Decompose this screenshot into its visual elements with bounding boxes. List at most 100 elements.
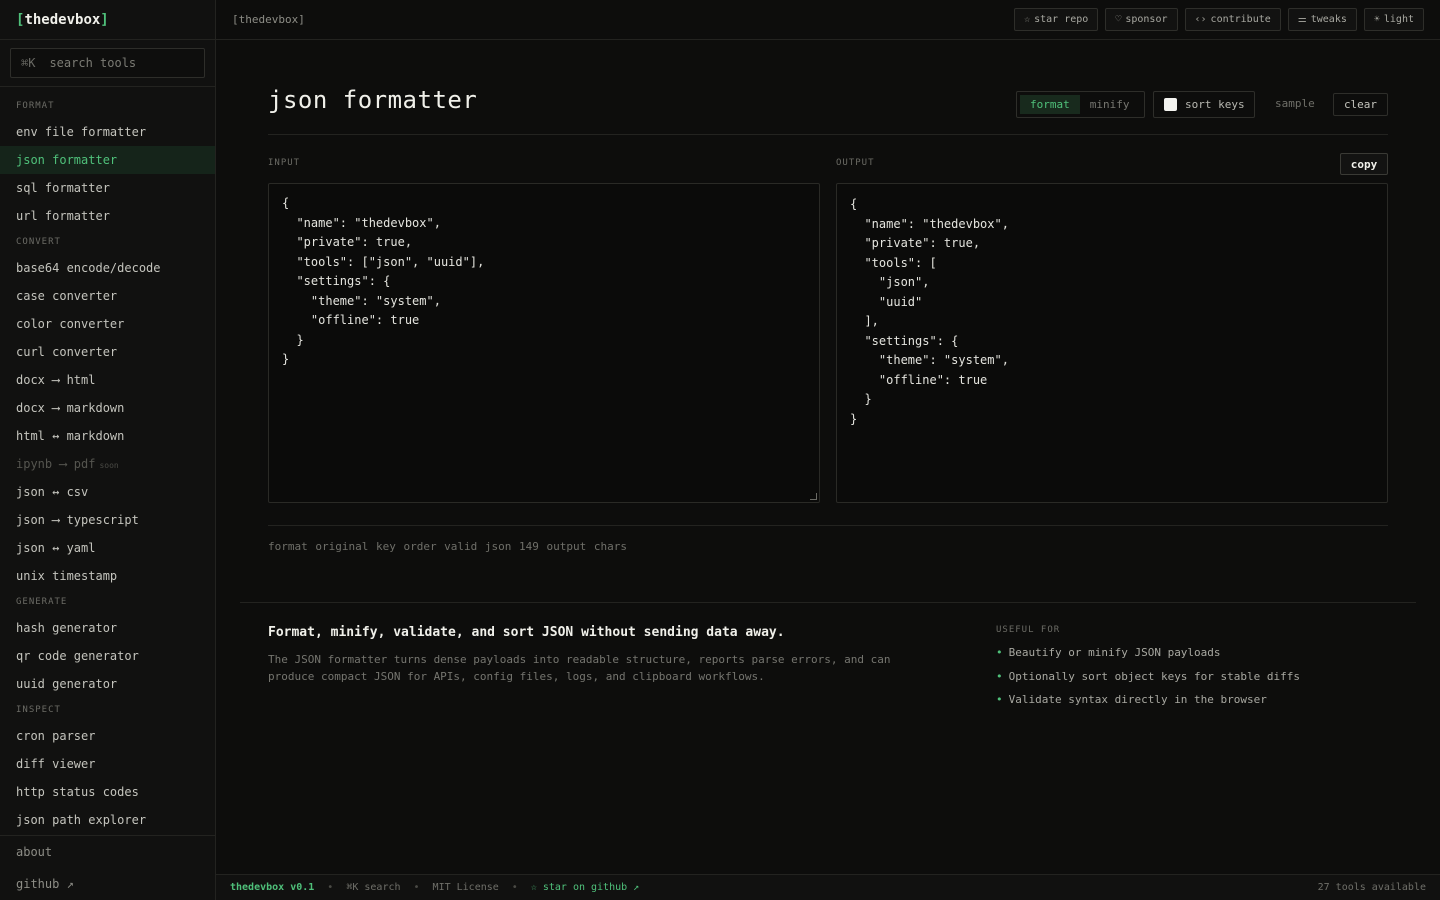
sample-button[interactable]: sample: [1275, 97, 1315, 110]
sidebar-item-json-yaml[interactable]: json ↔ yaml: [0, 534, 215, 562]
sidebar-item-label: case converter: [16, 289, 118, 303]
sidebar-item-base64-encode-decode[interactable]: base64 encode/decode: [0, 254, 215, 282]
bullet-icon: •: [996, 669, 1003, 683]
sidebar: [thedevbox] ⌘K search tools FORMAT env fi…: [0, 0, 216, 900]
brand-bracket-open: [: [16, 11, 25, 28]
brand-bracket-close: ]: [100, 11, 109, 28]
json-output-panel[interactable]: { "name": "thedevbox", "private": true, …: [836, 183, 1388, 503]
about-heading: Format, minify, validate, and sort JSON …: [268, 625, 785, 640]
bullet-icon: •: [996, 693, 1003, 706]
list-item-text: Validate syntax directly in the browser: [1008, 693, 1267, 706]
sidebar-item-label: base64 encode/decode: [16, 261, 161, 275]
footer-license-link[interactable]: MIT License: [433, 882, 499, 893]
output-label: OUTPUT: [836, 158, 875, 168]
brand-logo[interactable]: [thedevbox]: [0, 0, 215, 40]
sidebar-nav: FORMAT env file formatter json formatter sq…: [0, 94, 215, 834]
footer-version: thedevbox v0.1: [230, 882, 315, 893]
top-bar: [thedevbox] ☆ star repo ♡ sponsor ‹› contribu…: [216, 0, 1440, 40]
sidebar-item-label: qr code generator: [16, 649, 139, 663]
sidebar-item-label: env file formatter: [16, 125, 147, 139]
breadcrumb[interactable]: [thedevbox]: [232, 13, 305, 26]
sidebar-item-unix-timestamp[interactable]: unix timestamp: [0, 562, 215, 590]
sidebar-item-label: ipynb ⟶ pdf: [16, 457, 96, 471]
list-item: • Beautify or minify JSON payloads: [996, 646, 1300, 670]
format-mode-button[interactable]: format: [1020, 95, 1080, 114]
sidebar-item-label: sql formatter: [16, 181, 110, 195]
action-label: sponsor: [1125, 14, 1168, 25]
clear-button[interactable]: clear: [1333, 93, 1388, 116]
footer-star-github-link[interactable]: ☆ star on github ↗: [531, 882, 639, 893]
sidebar-group-label: CONVERT: [16, 237, 61, 247]
sidebar-item-label: json formatter: [16, 153, 118, 167]
sidebar-item-qr-code-generator[interactable]: qr code generator: [0, 642, 215, 670]
list-item-text: Beautify or minify JSON payloads: [1008, 646, 1221, 659]
contribute-button[interactable]: ‹› contribute: [1184, 8, 1281, 31]
top-actions: ☆ star repo ♡ sponsor ‹› contribute ⚌ tweaks ☀ li…: [1014, 8, 1424, 31]
minify-mode-button[interactable]: minify: [1080, 95, 1140, 114]
page-title: json formatter: [268, 86, 478, 114]
sliders-icon: ⚌: [1297, 14, 1307, 25]
input-label: INPUT: [268, 158, 301, 168]
sidebar-item-label: color converter: [16, 317, 125, 331]
footer-separator: •: [413, 882, 420, 893]
sidebar-item-docx-html[interactable]: docx ⟶ html: [0, 366, 215, 394]
useful-for-list: • Beautify or minify JSON payloads • Option…: [996, 646, 1300, 717]
action-label: light: [1383, 14, 1414, 25]
sun-icon: ☀: [1373, 14, 1380, 25]
sidebar-item-color-converter[interactable]: color converter: [0, 310, 215, 338]
sidebar-item-html-markdown[interactable]: html ↔ markdown: [0, 422, 215, 450]
sidebar-about-link[interactable]: about: [16, 845, 52, 859]
sidebar-item-json-typescript[interactable]: json ⟶ typescript: [0, 506, 215, 534]
copy-button[interactable]: copy: [1340, 153, 1388, 175]
footer: thedevbox v0.1 • ⌘K search • MIT License…: [216, 874, 1440, 900]
json-input-textarea[interactable]: { "name": "thedevbox", "private": true, …: [268, 183, 820, 503]
sidebar-item-json-path-explorer[interactable]: json path explorer: [0, 806, 215, 834]
sidebar-github-link[interactable]: github ↗: [16, 877, 74, 891]
output-code: { "name": "thedevbox", "private": true, …: [850, 197, 1009, 426]
footer-search-link[interactable]: ⌘K search: [346, 882, 400, 893]
sidebar-item-uuid-generator[interactable]: uuid generator: [0, 670, 215, 698]
useful-for-label: USEFUL FOR: [996, 625, 1061, 635]
divider: [0, 86, 215, 87]
sidebar-item-hash-generator[interactable]: hash generator: [0, 614, 215, 642]
sidebar-item-curl-converter[interactable]: curl converter: [0, 338, 215, 366]
sidebar-group-label: GENERATE: [16, 597, 68, 607]
sidebar-item-label: json ⟶ typescript: [16, 513, 139, 527]
sort-keys-label: sort keys: [1185, 98, 1245, 111]
tweaks-button[interactable]: ⚌ tweaks: [1287, 8, 1357, 31]
light-button[interactable]: ☀ light: [1363, 8, 1424, 31]
soon-badge: soon: [99, 461, 119, 470]
sidebar-item-label: json ↔ csv: [16, 485, 89, 499]
list-item: • Validate syntax directly in the browser: [996, 693, 1300, 717]
sidebar-item-ipynb-pdf[interactable]: ipynb ⟶ pdf soon: [0, 450, 215, 478]
sidebar-item-label: uuid generator: [16, 677, 118, 691]
sidebar-item-docx-markdown[interactable]: docx ⟶ markdown: [0, 394, 215, 422]
sidebar-item-case-converter[interactable]: case converter: [0, 282, 215, 310]
sidebar-item-url-formatter[interactable]: url formatter: [0, 202, 215, 230]
sort-keys-checkbox[interactable]: [1164, 98, 1177, 111]
sidebar-item-label: docx ⟶ markdown: [16, 401, 125, 415]
star-icon: ☆: [1024, 14, 1031, 25]
sort-keys-toggle[interactable]: sort keys: [1153, 91, 1255, 118]
sponsor-button[interactable]: ♡ sponsor: [1105, 8, 1178, 31]
sidebar-item-env-file-formatter[interactable]: env file formatter: [0, 118, 215, 146]
status-bar: format original key order valid json 149…: [268, 540, 627, 553]
sidebar-item-label: html ↔ markdown: [16, 429, 125, 443]
sidebar-item-http-status-codes[interactable]: http status codes: [0, 778, 215, 806]
sidebar-item-label: diff viewer: [16, 757, 96, 771]
action-label: tweaks: [1310, 14, 1347, 25]
search-input[interactable]: ⌘K search tools: [10, 48, 205, 78]
divider: [0, 835, 215, 836]
sidebar-item-label: docx ⟶ html: [16, 373, 96, 387]
star-repo-button[interactable]: ☆ star repo: [1014, 8, 1099, 31]
sidebar-item-cron-parser[interactable]: cron parser: [0, 722, 215, 750]
sidebar-item-sql-formatter[interactable]: sql formatter: [0, 174, 215, 202]
sidebar-item-json-formatter[interactable]: json formatter: [0, 146, 215, 174]
search-placeholder: search tools: [49, 56, 137, 70]
sidebar-item-json-csv[interactable]: json ↔ csv: [0, 478, 215, 506]
command-k-icon: ⌘K: [21, 56, 36, 70]
resize-handle-icon[interactable]: [810, 493, 817, 500]
divider: [268, 134, 1388, 135]
sidebar-item-diff-viewer[interactable]: diff viewer: [0, 750, 215, 778]
sidebar-item-label: hash generator: [16, 621, 118, 635]
